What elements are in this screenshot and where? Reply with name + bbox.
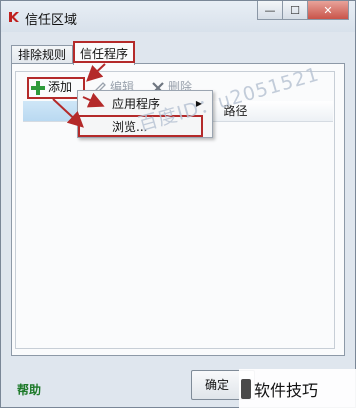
tab-trusted-programs[interactable]: 信任程序 [73, 42, 136, 65]
minimize-button[interactable]: — [257, 1, 283, 20]
window-title: 信任区域 [25, 13, 78, 28]
tab-exclusion-rules[interactable]: 排除规则 [11, 45, 74, 65]
window-controls: — ☐ ✕ [257, 1, 349, 21]
watermark-logo-icon [241, 378, 251, 399]
title-bar: 信任区域 — ☐ ✕ [1, 1, 355, 32]
kaspersky-logo-icon [9, 12, 19, 22]
maximize-button[interactable]: ☐ [282, 1, 308, 20]
corner-watermark: 软件技巧 [239, 369, 356, 408]
close-button[interactable]: ✕ [307, 1, 349, 20]
trusted-zone-window: 信任区域 — ☐ ✕ 排除规则 信任程序 添加 编辑 删除 路径 应用程序 ▶ … [0, 0, 356, 408]
help-link[interactable]: 帮助 [17, 381, 41, 398]
corner-watermark-text: 软件技巧 [254, 380, 319, 400]
